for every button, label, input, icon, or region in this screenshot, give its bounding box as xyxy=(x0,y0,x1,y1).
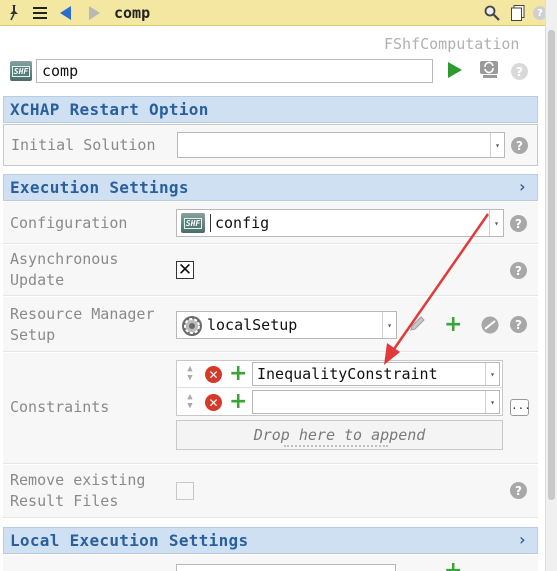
add-resource-icon[interactable]: + xyxy=(444,314,462,336)
constraint-select[interactable]: InequalityConstraint ▾ xyxy=(252,362,500,386)
resource-manager-label-line1: Resource Manager xyxy=(10,305,155,323)
object-type-label: FShfComputation xyxy=(384,35,520,53)
chevron-down-icon[interactable]: ▾ xyxy=(490,133,504,157)
list-item: ▲ ▼ ✕ + InequalityConstraint ▾ xyxy=(177,361,502,388)
configuration-value: config xyxy=(215,214,270,232)
add-constraint-icon[interactable]: + xyxy=(229,391,247,413)
resource-manager-row: Resource Manager Setup localSetup ▾ + ? xyxy=(3,297,538,352)
vertical-scrollbar[interactable] xyxy=(545,0,557,571)
chevron-down-icon[interactable]: ▾ xyxy=(485,391,499,413)
gear-icon xyxy=(181,315,203,341)
constraints-row: Constraints ▲ ▼ ✕ + InequalityConstraint … xyxy=(3,353,538,464)
no-entry-icon[interactable] xyxy=(481,316,499,338)
initial-solution-label: Initial Solution xyxy=(11,136,156,154)
remove-result-files-help-icon[interactable]: ? xyxy=(510,482,527,499)
list-item: ▲ ▼ ✕ + ▾ xyxy=(177,389,502,416)
forward-arrow-icon[interactable] xyxy=(84,3,104,23)
top-toolbar: comp ? xyxy=(0,0,547,26)
remove-result-files-label-line2: Result Files xyxy=(10,492,119,510)
initial-solution-row: Initial Solution ▾ ? xyxy=(3,124,538,166)
section-title: Local Execution Settings xyxy=(10,531,249,550)
remove-result-files-label-line1: Remove existing xyxy=(10,471,146,489)
search-icon[interactable] xyxy=(482,3,502,23)
pin-icon[interactable] xyxy=(4,3,24,23)
local-execution-select[interactable] xyxy=(176,564,396,571)
copy-icon[interactable] xyxy=(508,3,528,23)
resource-manager-help-icon[interactable]: ? xyxy=(510,316,527,333)
initial-solution-help-icon[interactable]: ? xyxy=(511,137,528,154)
remove-constraint-icon[interactable]: ✕ xyxy=(205,394,222,411)
async-update-row: Asynchronous Update ✕ ? xyxy=(3,245,538,296)
back-arrow-icon[interactable] xyxy=(56,3,76,23)
add-local-icon[interactable]: + xyxy=(444,560,462,571)
section-xchap-restart-option[interactable]: XCHAP Restart Option xyxy=(3,96,538,123)
shf-config-icon: SHF xyxy=(181,213,205,233)
section-title: Execution Settings xyxy=(10,178,189,197)
constraint-value: InequalityConstraint xyxy=(257,365,438,383)
sync-icon[interactable] xyxy=(479,60,501,84)
async-update-help-icon[interactable]: ? xyxy=(510,262,527,279)
reorder-handle-icon[interactable]: ▲ ▼ xyxy=(183,393,197,411)
resource-manager-value: localSetup xyxy=(207,316,298,334)
remove-constraint-icon[interactable]: ✕ xyxy=(205,366,222,383)
add-constraint-icon[interactable]: + xyxy=(229,363,247,385)
section-title: XCHAP Restart Option xyxy=(10,100,209,119)
scrollbar-thumb[interactable] xyxy=(548,30,555,500)
local-execution-row-partial: + xyxy=(3,555,538,571)
shf-computation-icon: SHF xyxy=(10,61,32,81)
chevron-down-icon[interactable]: ▾ xyxy=(489,210,503,236)
chevron-down-icon[interactable]: ▾ xyxy=(485,363,499,385)
name-field[interactable]: comp xyxy=(36,59,433,83)
configuration-select[interactable]: SHF config ▾ xyxy=(176,209,504,237)
drop-hint: Drop here to append xyxy=(253,426,426,444)
configuration-row: Configuration SHF config ▾ ? xyxy=(3,202,538,244)
configuration-help-icon[interactable]: ? xyxy=(510,215,527,232)
constraints-label: Constraints xyxy=(10,398,110,416)
menu-icon[interactable] xyxy=(30,3,50,23)
chevron-down-icon[interactable]: ▾ xyxy=(382,312,396,338)
drop-zone[interactable]: Drop here to append xyxy=(176,420,503,450)
constraints-list: ▲ ▼ ✕ + InequalityConstraint ▾ ▲ ▼ ✕ + ▾ xyxy=(176,360,503,416)
run-icon[interactable] xyxy=(447,61,463,83)
async-update-label-line1: Asynchronous xyxy=(10,250,119,268)
chevron-right-icon[interactable]: › xyxy=(517,177,527,196)
more-button[interactable]: ... xyxy=(510,399,531,416)
reorder-handle-icon[interactable]: ▲ ▼ xyxy=(183,365,197,383)
section-local-execution-settings[interactable]: Local Execution Settings › xyxy=(3,527,538,554)
name-help-icon[interactable]: ? xyxy=(511,63,528,80)
configuration-label: Configuration xyxy=(10,214,128,232)
resource-manager-select[interactable]: localSetup ▾ xyxy=(176,311,397,339)
constraint-select[interactable]: ▾ xyxy=(252,390,500,414)
chevron-right-icon[interactable]: › xyxy=(517,530,527,549)
section-execution-settings[interactable]: Execution Settings › xyxy=(3,174,538,201)
async-update-label-line2: Update xyxy=(10,271,65,289)
resource-manager-label-line2: Setup xyxy=(10,326,56,344)
async-update-checkbox[interactable]: ✕ xyxy=(176,261,194,279)
remove-result-files-row: Remove existing Result Files ? xyxy=(3,465,538,518)
window-title: comp xyxy=(114,4,151,22)
remove-result-files-checkbox[interactable] xyxy=(176,482,194,500)
edit-pencil-icon[interactable] xyxy=(408,315,426,337)
initial-solution-select[interactable]: ▾ xyxy=(177,132,505,158)
